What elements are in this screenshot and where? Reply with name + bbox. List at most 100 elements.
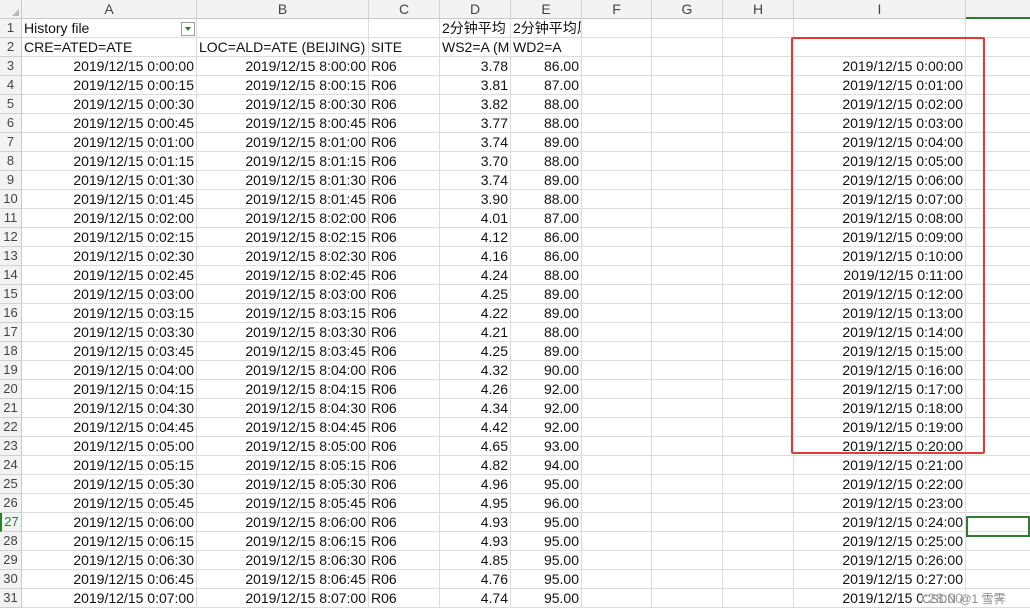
cell-g[interactable] (652, 589, 723, 608)
cell-f[interactable] (582, 133, 652, 152)
cell-e[interactable]: 88.00 (511, 95, 582, 114)
cell-a[interactable]: 2019/12/15 0:05:00 (22, 437, 197, 456)
cell-d[interactable]: 4.25 (440, 342, 511, 361)
cell-g[interactable] (652, 266, 723, 285)
row-header[interactable]: 27 (0, 513, 22, 532)
cell-f[interactable] (582, 456, 652, 475)
cell-j[interactable] (966, 418, 1030, 437)
cell-g[interactable] (652, 361, 723, 380)
cell-c[interactable]: R06 (369, 570, 440, 589)
column-header-h[interactable]: H (723, 0, 794, 19)
cell-b[interactable]: 2019/12/15 8:04:30 (197, 399, 369, 418)
cell-f[interactable] (582, 399, 652, 418)
cell-i[interactable]: 2019/12/15 0:11:00 (794, 266, 966, 285)
cell-h[interactable] (723, 399, 794, 418)
cell-h[interactable] (723, 418, 794, 437)
row-header[interactable]: 7 (0, 133, 22, 152)
cell-g[interactable] (652, 399, 723, 418)
cell-i[interactable]: 2019/12/15 0:07:00 (794, 190, 966, 209)
row-header[interactable]: 1 (0, 19, 22, 38)
cell-b[interactable]: 2019/12/15 8:05:00 (197, 437, 369, 456)
cell-f[interactable] (582, 513, 652, 532)
cell-i[interactable]: 2019/12/15 0:26:00 (794, 551, 966, 570)
row-header[interactable]: 21 (0, 399, 22, 418)
cell-j[interactable] (966, 304, 1030, 323)
cell-c[interactable]: R06 (369, 209, 440, 228)
cell-f[interactable] (582, 38, 652, 57)
cell-j[interactable] (966, 323, 1030, 342)
cell-d[interactable]: 3.81 (440, 76, 511, 95)
cell-i[interactable]: 2019/12/15 0:15:00 (794, 342, 966, 361)
cell-h[interactable] (723, 532, 794, 551)
cell-g[interactable] (652, 228, 723, 247)
cell-j[interactable] (966, 456, 1030, 475)
cell-a[interactable]: 2019/12/15 0:04:00 (22, 361, 197, 380)
cell-c[interactable]: R06 (369, 361, 440, 380)
cell-e[interactable]: 92.00 (511, 399, 582, 418)
cell-a[interactable]: 2019/12/15 0:01:15 (22, 152, 197, 171)
row-header[interactable]: 10 (0, 190, 22, 209)
cell-h[interactable] (723, 209, 794, 228)
row-header[interactable]: 20 (0, 380, 22, 399)
row-header[interactable]: 5 (0, 95, 22, 114)
cell-a[interactable]: 2019/12/15 0:01:45 (22, 190, 197, 209)
cell-c[interactable]: R06 (369, 133, 440, 152)
column-header-c[interactable]: C (369, 0, 440, 19)
column-header-f[interactable]: F (582, 0, 652, 19)
cell-g[interactable] (652, 57, 723, 76)
cell-c[interactable]: R06 (369, 266, 440, 285)
cell-b[interactable]: 2019/12/15 8:03:30 (197, 323, 369, 342)
cell-i[interactable]: 2019/12/15 0:22:00 (794, 475, 966, 494)
cell-c[interactable]: R06 (369, 247, 440, 266)
cell-d[interactable]: 4.96 (440, 475, 511, 494)
cell-d[interactable]: WS2=A (M (440, 38, 511, 57)
cell-j[interactable] (966, 38, 1030, 57)
row-header[interactable]: 8 (0, 152, 22, 171)
cell-i[interactable]: 2019/12/15 0:00:00 (794, 57, 966, 76)
cell-e[interactable]: 95.00 (511, 570, 582, 589)
cell-g[interactable] (652, 114, 723, 133)
cell-d[interactable]: 3.78 (440, 57, 511, 76)
cell-f[interactable] (582, 342, 652, 361)
cell-d[interactable]: 4.25 (440, 285, 511, 304)
cell-b[interactable]: 2019/12/15 8:02:30 (197, 247, 369, 266)
cell-a[interactable]: 2019/12/15 0:06:00 (22, 513, 197, 532)
cell-g[interactable] (652, 285, 723, 304)
cell-a[interactable]: 2019/12/15 0:03:15 (22, 304, 197, 323)
cell-e[interactable]: 89.00 (511, 171, 582, 190)
cell-f[interactable] (582, 266, 652, 285)
cell-h[interactable] (723, 19, 794, 38)
row-header[interactable]: 30 (0, 570, 22, 589)
cell-g[interactable] (652, 342, 723, 361)
cell-i[interactable]: 2019/12/15 0:03:00 (794, 114, 966, 133)
cell-g[interactable] (652, 494, 723, 513)
cell-b[interactable]: LOC=ALD=ATE (BEIJING) (197, 38, 369, 57)
cell-g[interactable] (652, 247, 723, 266)
cell-f[interactable] (582, 570, 652, 589)
cell-f[interactable] (582, 209, 652, 228)
cell-j[interactable] (966, 247, 1030, 266)
selected-cell[interactable] (966, 516, 1030, 537)
cell-j[interactable] (966, 171, 1030, 190)
cell-a[interactable]: 2019/12/15 0:00:45 (22, 114, 197, 133)
cell-f[interactable] (582, 323, 652, 342)
cell-e[interactable]: 87.00 (511, 209, 582, 228)
cell-e[interactable]: 88.00 (511, 114, 582, 133)
cell-a[interactable]: 2019/12/15 0:01:00 (22, 133, 197, 152)
cell-c[interactable]: R06 (369, 95, 440, 114)
row-header[interactable]: 26 (0, 494, 22, 513)
cell-h[interactable] (723, 57, 794, 76)
cell-a[interactable]: 2019/12/15 0:00:15 (22, 76, 197, 95)
row-header[interactable]: 13 (0, 247, 22, 266)
cell-c[interactable]: R06 (369, 456, 440, 475)
cell-g[interactable] (652, 38, 723, 57)
cell-h[interactable] (723, 133, 794, 152)
cell-c[interactable]: R06 (369, 76, 440, 95)
cell-f[interactable] (582, 475, 652, 494)
cell-b[interactable]: 2019/12/15 8:03:15 (197, 304, 369, 323)
cell-c[interactable]: R06 (369, 114, 440, 133)
cell-f[interactable] (582, 589, 652, 608)
cell-d[interactable]: 4.93 (440, 513, 511, 532)
row-header[interactable]: 12 (0, 228, 22, 247)
cell-h[interactable] (723, 95, 794, 114)
